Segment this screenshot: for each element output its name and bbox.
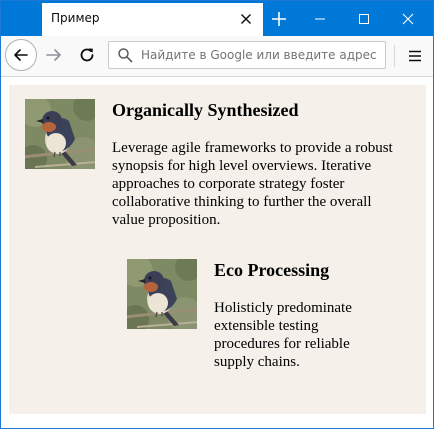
close-icon[interactable] (386, 4, 430, 34)
article-text: Leverage agile frameworks to provide a r… (112, 140, 393, 228)
page-viewport: Organically Synthesized Leverage agile f… (1, 77, 433, 428)
browser-tab[interactable]: Пример (42, 3, 263, 36)
article-heading: Eco Processing (214, 260, 330, 280)
tab-title: Пример (51, 11, 100, 25)
title-bar: Пример (1, 1, 433, 36)
search-input[interactable] (141, 42, 385, 68)
navigation-toolbar (1, 36, 433, 77)
article-heading: Organically Synthesized (112, 100, 299, 120)
article-text: Holisticly predominate extensible testin… (214, 300, 352, 370)
maximize-icon[interactable] (342, 4, 386, 34)
reload-icon[interactable] (76, 44, 98, 66)
plus-icon[interactable] (268, 8, 290, 30)
page-content: Organically Synthesized Leverage agile f… (9, 85, 426, 414)
close-icon[interactable] (238, 11, 254, 27)
back-arrow-icon[interactable] (5, 39, 37, 71)
browser-window: Пример Найдите в Google или введите адре… (0, 0, 434, 429)
bird-photo (25, 99, 95, 169)
bird-photo (127, 259, 197, 329)
hamburger-menu-icon[interactable] (403, 44, 427, 68)
forward-arrow-icon[interactable] (43, 44, 65, 66)
toolbar-divider (394, 45, 395, 67)
address-bar[interactable] (108, 41, 386, 69)
minimize-icon[interactable] (298, 4, 342, 34)
search-icon (117, 47, 133, 63)
